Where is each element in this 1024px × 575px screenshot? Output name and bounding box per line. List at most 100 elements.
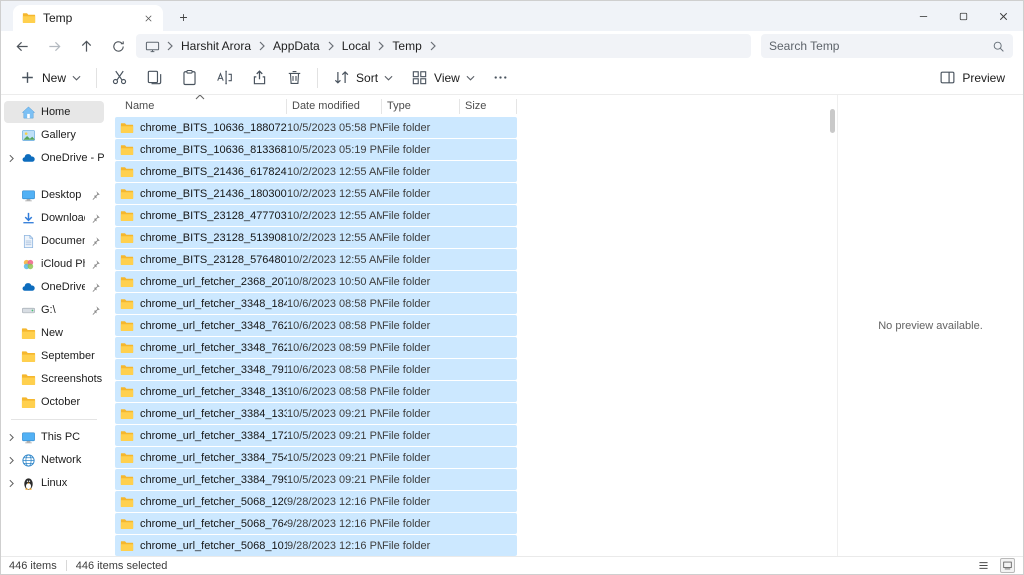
new-tab-button[interactable] <box>171 5 195 29</box>
forward-button[interactable] <box>43 35 66 58</box>
view-button[interactable]: View <box>403 64 483 92</box>
details-view-toggle-icon[interactable] <box>976 558 991 573</box>
file-row-chrome-bits-23128-513908135[interactable]: chrome_BITS_23128_51390813510/2/2023 12:… <box>115 227 517 248</box>
type-cell: File folder <box>382 144 460 156</box>
up-button[interactable] <box>75 35 98 58</box>
file-row-chrome-url-fetcher-3384-172591398[interactable]: chrome_url_fetcher_3384_17259139810/5/20… <box>115 425 517 446</box>
breadcrumb-item-local[interactable]: Local <box>338 38 375 54</box>
type-cell: File folder <box>382 452 460 464</box>
type-cell: File folder <box>382 122 460 134</box>
sidebar-item-network[interactable]: Network <box>4 449 104 471</box>
sidebar-item-home[interactable]: Home <box>4 101 104 123</box>
date-modified-cell: 10/2/2023 12:55 AM <box>287 188 382 200</box>
refresh-button[interactable] <box>107 35 130 58</box>
column-header-name[interactable]: Name <box>115 99 287 114</box>
sidebar-item-desktop[interactable]: Desktop <box>4 184 104 206</box>
file-row-chrome-url-fetcher-3348-762165606[interactable]: chrome_url_fetcher_3348_76216560610/6/20… <box>115 315 517 336</box>
search-box[interactable] <box>761 34 1013 58</box>
more-options-button[interactable] <box>485 64 516 92</box>
sidebar-indent-spacer <box>6 305 16 315</box>
sidebar-indent-spacer <box>6 107 16 117</box>
search-input[interactable] <box>769 39 992 53</box>
sidebar-item-downloads[interactable]: Downloads <box>4 207 104 229</box>
breadcrumb-item-harshit-arora[interactable]: Harshit Arora <box>177 38 255 54</box>
sidebar-item-this-pc[interactable]: This PC <box>4 426 104 448</box>
file-row-chrome-url-fetcher-2368-2079736239[interactable]: chrome_url_fetcher_2368_207973623910/8/2… <box>115 271 517 292</box>
sidebar-item-label: October <box>41 396 104 408</box>
file-row-chrome-bits-21436-1803008613[interactable]: chrome_BITS_21436_180300861310/2/2023 12… <box>115 183 517 204</box>
toolbar-icon-buttons <box>104 64 310 92</box>
sidebar-item-label: September <box>41 350 104 362</box>
preview-button[interactable]: Preview <box>931 64 1013 92</box>
scrollbar-thumb[interactable] <box>830 109 835 133</box>
cut-button[interactable] <box>104 64 135 92</box>
onedrive-icon <box>21 280 36 295</box>
breadcrumb-chevron-icon[interactable] <box>430 41 436 51</box>
sidebar-item-screenshots[interactable]: Screenshots <box>4 368 104 390</box>
sidebar-item-september[interactable]: September <box>4 345 104 367</box>
large-icons-view-toggle-icon[interactable] <box>1000 558 1015 573</box>
sidebar-item-g[interactable]: G:\ <box>4 299 104 321</box>
sort-button[interactable]: Sort <box>325 64 401 92</box>
paste-button[interactable] <box>174 64 205 92</box>
sidebar-item-new[interactable]: New <box>4 322 104 344</box>
expand-chevron-icon[interactable] <box>6 153 16 163</box>
sidebar-item-october[interactable]: October <box>4 391 104 413</box>
column-header-size[interactable]: Size <box>460 99 517 114</box>
file-row-chrome-url-fetcher-5068-12030369[interactable]: chrome_url_fetcher_5068_120303699/28/202… <box>115 491 517 512</box>
sort-button-label: Sort <box>356 71 378 85</box>
sidebar-item-onedrive-persona[interactable]: OneDrive - Persona <box>4 147 104 169</box>
file-row-chrome-url-fetcher-3348-1390261003[interactable]: chrome_url_fetcher_3348_139026100310/6/2… <box>115 381 517 402</box>
sidebar-indent-spacer <box>6 282 16 292</box>
back-button[interactable] <box>11 35 34 58</box>
rename-button[interactable] <box>209 64 240 92</box>
sidebar-item-onedrive[interactable]: OneDrive <box>4 276 104 298</box>
maximize-button[interactable] <box>943 1 983 31</box>
sidebar-item-linux[interactable]: Linux <box>4 472 104 494</box>
breadcrumb-chevron-icon[interactable] <box>167 41 173 51</box>
minimize-button[interactable] <box>903 1 943 31</box>
breadcrumb-chevron-icon[interactable] <box>328 41 334 51</box>
file-row-chrome-bits-23128-477703953[interactable]: chrome_BITS_23128_47770395310/2/2023 12:… <box>115 205 517 226</box>
file-row-chrome-url-fetcher-5068-1016669819[interactable]: chrome_url_fetcher_5068_10166698199/28/2… <box>115 535 517 556</box>
column-header-type[interactable]: Type <box>382 99 460 114</box>
file-row-chrome-url-fetcher-3384-754151892[interactable]: chrome_url_fetcher_3384_75415189210/5/20… <box>115 447 517 468</box>
file-explorer-window: Temp Harshit Arora AppData Local Temp New <box>0 0 1024 575</box>
breadcrumb-item-appdata[interactable]: AppData <box>269 38 324 54</box>
search-icon <box>992 40 1005 53</box>
file-row-chrome-url-fetcher-3348-184030118[interactable]: chrome_url_fetcher_3348_18403011810/6/20… <box>115 293 517 314</box>
column-header-date-modified[interactable]: Date modified <box>287 99 382 114</box>
file-row-chrome-url-fetcher-3384-799376111[interactable]: chrome_url_fetcher_3384_79937611110/5/20… <box>115 469 517 490</box>
tab-temp[interactable]: Temp <box>13 5 163 31</box>
preview-pane: No preview available. <box>837 95 1023 556</box>
copy-button[interactable] <box>139 64 170 92</box>
sidebar-item-gallery[interactable]: Gallery <box>4 124 104 146</box>
breadcrumb-chevron-icon[interactable] <box>378 41 384 51</box>
file-row-chrome-url-fetcher-3384-133701332[interactable]: chrome_url_fetcher_3384_13370133210/5/20… <box>115 403 517 424</box>
sidebar-item-icloud-photos[interactable]: iCloud Photos <box>4 253 104 275</box>
titlebar: Temp <box>1 1 1023 31</box>
file-row-chrome-bits-23128-576480583[interactable]: chrome_BITS_23128_57648058310/2/2023 12:… <box>115 249 517 270</box>
file-row-chrome-bits-10636-813368861[interactable]: chrome_BITS_10636_81336886110/5/2023 05:… <box>115 139 517 160</box>
new-button[interactable]: New <box>11 64 89 92</box>
tab-close-icon[interactable] <box>143 13 154 24</box>
file-row-chrome-url-fetcher-3348-762603971[interactable]: chrome_url_fetcher_3348_76260397110/6/20… <box>115 337 517 358</box>
delete-button[interactable] <box>279 64 310 92</box>
file-row-chrome-url-fetcher-5068-764171856[interactable]: chrome_url_fetcher_5068_7641718569/28/20… <box>115 513 517 534</box>
sidebar-item-documents[interactable]: Documents <box>4 230 104 252</box>
file-row-chrome-bits-21436-617824255[interactable]: chrome_BITS_21436_61782425510/2/2023 12:… <box>115 161 517 182</box>
close-button[interactable] <box>983 1 1023 31</box>
file-row-chrome-url-fetcher-3348-791636275[interactable]: chrome_url_fetcher_3348_79163627510/6/20… <box>115 359 517 380</box>
location-monitor-icon <box>145 39 160 54</box>
rename-icon <box>216 69 233 86</box>
scrollbar[interactable] <box>827 95 837 556</box>
file-row-chrome-bits-10636-188072365[interactable]: chrome_BITS_10636_18807236510/5/2023 05:… <box>115 117 517 138</box>
expand-chevron-icon[interactable] <box>6 455 16 465</box>
breadcrumb-chevron-icon[interactable] <box>259 41 265 51</box>
sidebar-indent-spacer <box>6 259 16 269</box>
address-bar[interactable]: Harshit Arora AppData Local Temp <box>136 34 751 58</box>
expand-chevron-icon[interactable] <box>6 432 16 442</box>
share-button[interactable] <box>244 64 275 92</box>
expand-chevron-icon[interactable] <box>6 478 16 488</box>
breadcrumb-item-temp[interactable]: Temp <box>388 38 425 54</box>
